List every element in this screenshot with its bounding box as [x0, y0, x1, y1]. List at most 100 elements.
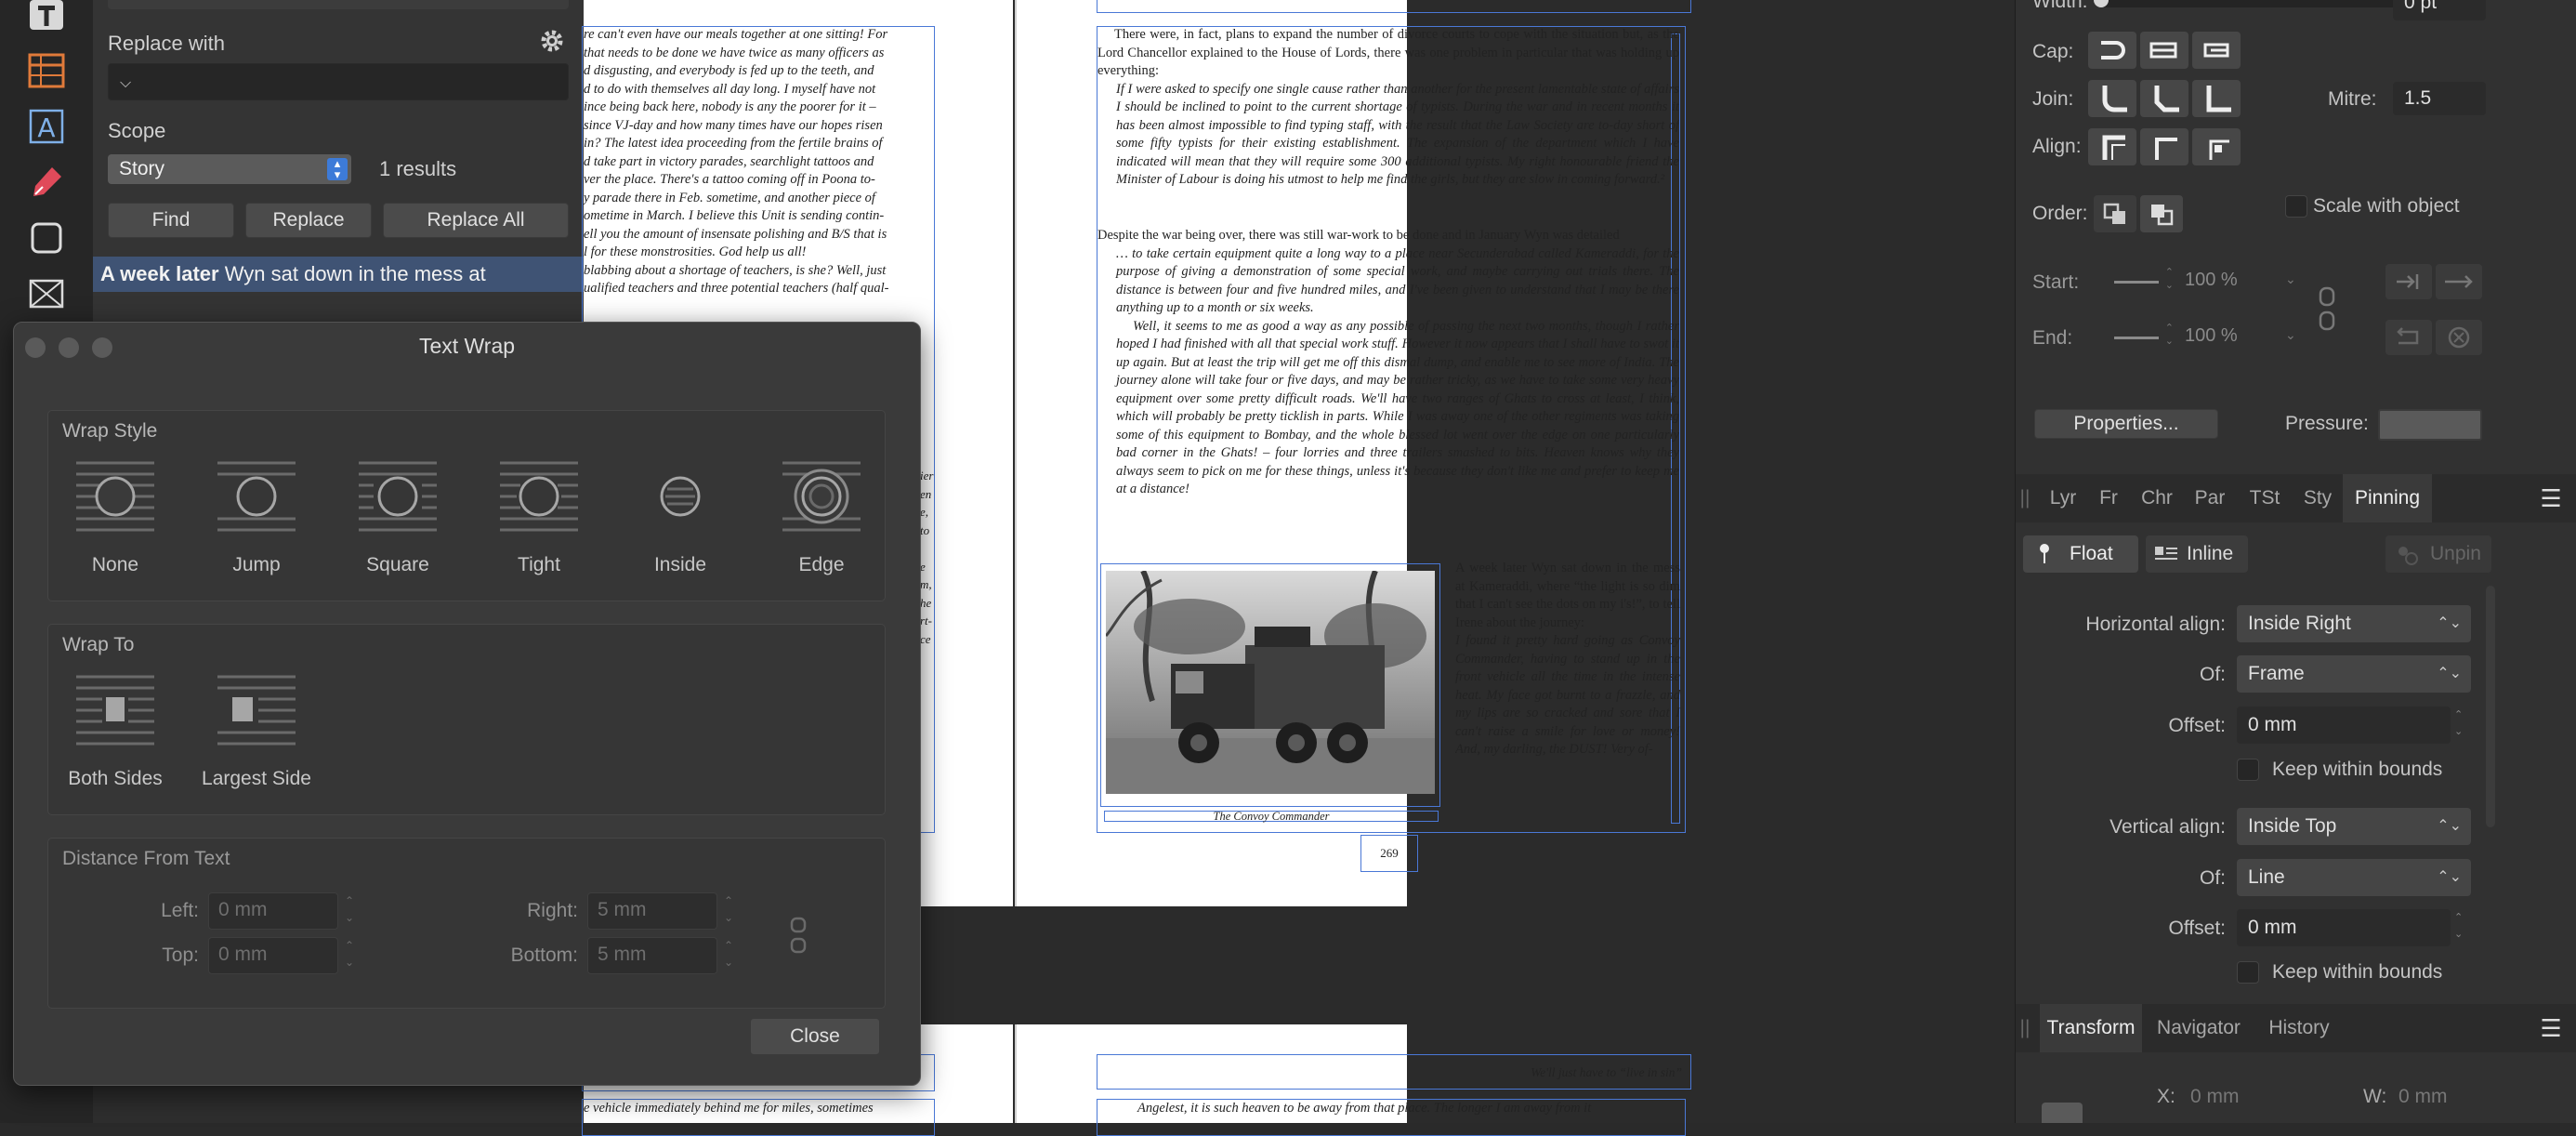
panel-grip-icon[interactable]: || [2016, 1004, 2034, 1052]
tab-character[interactable]: Chr [2131, 474, 2183, 522]
of1-select[interactable]: Frame ⌃⌄ [2237, 655, 2471, 693]
close-button[interactable]: Close [750, 1018, 880, 1055]
cap-butt-icon[interactable] [2088, 32, 2136, 69]
studio-tabs: || Lyr Fr Chr Par TSt Sty Pinning ☰ [2016, 474, 2576, 522]
text-wrap-dialog: Text Wrap Wrap Style None Jump Square Ti… [13, 322, 921, 1086]
w-input[interactable]: 0 mm [2399, 1086, 2448, 1108]
of1-label: Of: [2199, 664, 2226, 685]
cap-round-icon[interactable] [2140, 32, 2188, 69]
bottom-stepper-icon[interactable]: ⌃ ⌄ [719, 937, 738, 974]
search-result-item[interactable]: A week later Wyn sat down in the mess at [93, 257, 584, 292]
offset1-input[interactable]: 0 mm [2237, 707, 2451, 744]
top-distance-input[interactable]: 0 mm [208, 937, 338, 974]
bottom-distance-input[interactable]: 5 mm [587, 937, 717, 974]
wrap-largest-side-option[interactable]: Largest Side [201, 673, 312, 790]
find-button[interactable]: Find [108, 203, 234, 238]
offset2-input[interactable]: 0 mm [2237, 909, 2451, 946]
of2-select[interactable]: Line ⌃⌄ [2237, 859, 2471, 896]
start-scale-value[interactable]: 100 % [2185, 270, 2238, 291]
tab-paragraph[interactable]: Par [2185, 474, 2235, 522]
reset-arrows-icon[interactable] [2436, 320, 2482, 355]
wrap-inside-option[interactable]: Inside [624, 459, 736, 576]
find-field-edge[interactable] [108, 0, 569, 9]
link-chain-icon[interactable] [788, 917, 808, 954]
table-tool-icon[interactable] [28, 52, 65, 89]
tab-frame[interactable]: Fr [2088, 474, 2129, 522]
wrap-tight-option[interactable]: Tight [483, 459, 595, 576]
panel-menu-icon[interactable]: ☰ [2532, 1004, 2569, 1052]
replace-button[interactable]: Replace [245, 203, 372, 238]
wrap-both-sides-option[interactable]: Both Sides [59, 673, 171, 790]
properties-button[interactable]: Properties... [2034, 409, 2218, 439]
tab-styles[interactable]: Sty [2294, 474, 2341, 522]
frame-text-tool-icon[interactable]: A [28, 108, 65, 145]
end-arrow-picker[interactable]: ⌃ ⌄ [2107, 316, 2174, 357]
mitre-input[interactable]: 1.5 [2393, 82, 2486, 115]
tab-pinning[interactable]: Pinning [2343, 474, 2432, 522]
artistic-text-tool-icon[interactable] [28, 0, 65, 37]
h-align-select[interactable]: Inside Right ⌃⌄ [2237, 605, 2471, 642]
v-align-select[interactable]: Inside Top ⌃⌄ [2237, 808, 2471, 845]
anchor-selector-icon[interactable] [2042, 1103, 2083, 1123]
right-stepper-icon[interactable]: ⌃ ⌄ [719, 892, 738, 930]
join-bevel-icon[interactable] [2192, 80, 2241, 117]
gear-icon[interactable] [539, 28, 565, 54]
rectangle-tool-icon[interactable] [28, 219, 65, 257]
offset2-stepper-icon[interactable]: ⌃ ⌄ [2454, 909, 2471, 946]
arrow-position-inside-icon[interactable] [2385, 264, 2432, 299]
replace-all-button[interactable]: Replace All [383, 203, 569, 238]
tab-transform[interactable]: Transform [2040, 1004, 2142, 1052]
keep-within-bounds-1-checkbox[interactable] [2237, 759, 2259, 781]
wrap-jump-option[interactable]: Jump [201, 459, 312, 576]
keep-within-bounds-2-checkbox[interactable] [2237, 961, 2259, 984]
order-front-icon[interactable] [2140, 195, 2183, 232]
replace-input[interactable]: ⌵ [108, 63, 569, 100]
left-distance-input[interactable]: 0 mm [208, 892, 338, 930]
scale-with-object-checkbox[interactable] [2285, 195, 2307, 218]
swap-arrows-icon[interactable] [2385, 320, 2432, 355]
arrow-position-outside-icon[interactable] [2436, 264, 2482, 299]
arrow-link-icon[interactable] [2317, 281, 2337, 337]
join-miter-icon[interactable] [2088, 80, 2136, 117]
offset2-label: Offset: [2168, 918, 2226, 939]
cap-square-icon[interactable] [2192, 32, 2241, 69]
end-chevron-down-icon[interactable]: ⌄ [2285, 327, 2296, 343]
left-stepper-icon[interactable]: ⌃ ⌄ [340, 892, 359, 930]
start-chevron-down-icon[interactable]: ⌄ [2285, 271, 2296, 287]
end-scale-value[interactable]: 100 % [2185, 325, 2238, 347]
panel-menu-icon[interactable]: ☰ [2532, 474, 2569, 522]
join-round-icon[interactable] [2140, 80, 2188, 117]
next-running-header: We'll just have to “live in sin” [1531, 1065, 1682, 1079]
picture-frame-tool-icon[interactable] [28, 275, 65, 312]
wrap-edge-option[interactable]: Edge [766, 459, 877, 576]
x-input[interactable]: 0 mm [2190, 1086, 2240, 1108]
offset1-stepper-icon[interactable]: ⌃ ⌄ [2454, 707, 2471, 744]
tab-history[interactable]: History [2255, 1004, 2343, 1052]
running-header-frame[interactable] [1097, 0, 1691, 13]
order-behind-icon[interactable] [2094, 195, 2136, 232]
select-chevron-icon: ⌃⌄ [2437, 869, 2462, 885]
align-center-icon[interactable] [2088, 128, 2136, 165]
tab-layers[interactable]: Lyr [2040, 474, 2086, 522]
scope-select[interactable]: Story ▴ ▾ [108, 154, 351, 184]
wrap-none-option[interactable]: None [59, 459, 171, 576]
width-input[interactable]: 0 pt [2393, 0, 2486, 20]
pen-tool-icon[interactable] [28, 164, 65, 201]
float-button[interactable]: Float [2023, 535, 2138, 573]
start-arrow-picker[interactable]: ⌃ ⌄ [2107, 260, 2174, 301]
right-distance-input[interactable]: 5 mm [587, 892, 717, 930]
inline-button[interactable]: Inline [2146, 535, 2248, 573]
tab-text-styles[interactable]: TSt [2237, 474, 2293, 522]
tab-navigator[interactable]: Navigator [2146, 1004, 2252, 1052]
panel-grip-icon[interactable]: || [2016, 474, 2034, 522]
chevron-down-icon[interactable]: ⌵ [120, 75, 131, 91]
top-stepper-icon[interactable]: ⌃ ⌄ [340, 937, 359, 974]
convoy-truck-photo[interactable] [1104, 569, 1435, 794]
unpin-button[interactable]: Unpin [2385, 535, 2491, 573]
panel-scrollbar[interactable] [2486, 586, 2495, 827]
align-outside-icon[interactable] [2192, 128, 2241, 165]
align-inside-icon[interactable] [2140, 128, 2188, 165]
wrap-square-option[interactable]: Square [342, 459, 453, 576]
pressure-graph[interactable] [2378, 409, 2482, 441]
width-slider[interactable] [2096, 0, 2412, 7]
